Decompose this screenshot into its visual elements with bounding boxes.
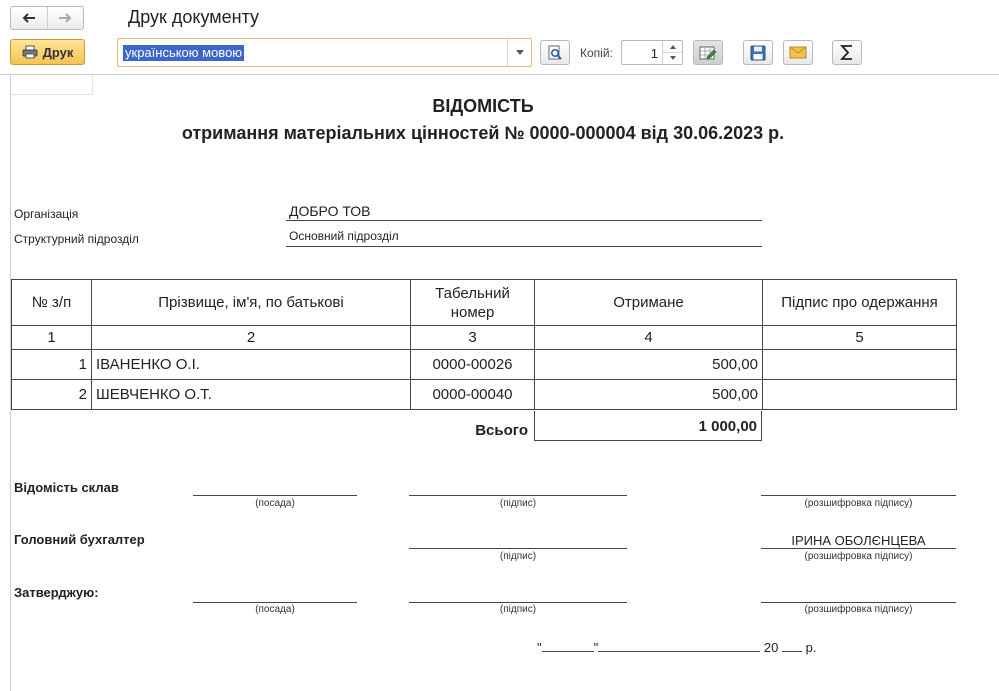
organization-value: ДОБРО ТОВ: [286, 203, 762, 221]
header-full-name: Прізвище, ім'я, по батькові: [91, 279, 411, 326]
toolbar: Друк українською мовою Копій: 1: [0, 36, 999, 72]
row-full-name: ІВАНЕНКО О.І.: [91, 349, 411, 380]
header-number: № з/п: [11, 279, 92, 326]
row-full-name: ШЕВЧЕНКО О.Т.: [91, 379, 411, 410]
edit-mode-button[interactable]: [693, 40, 723, 65]
floppy-disk-icon: [750, 45, 766, 60]
total-value: 1 000,00: [534, 411, 762, 441]
chevron-down-icon: [515, 50, 524, 55]
column-number: 4: [534, 325, 763, 350]
table-row: 2 ШЕВЧЕНКО О.Т. 0000-00040 500,00: [11, 379, 957, 410]
decode-caption: (розшифровка підпису): [804, 498, 913, 509]
sigma-icon: [840, 45, 852, 60]
copies-spinner: [662, 41, 682, 64]
signature-caption: (підпис): [499, 551, 537, 562]
sum-button[interactable]: [832, 40, 862, 65]
month-blank: [598, 638, 761, 652]
forward-button[interactable]: [46, 7, 84, 29]
print-label: Друк: [42, 44, 74, 60]
row-personnel-number: 0000-00026: [410, 349, 535, 380]
language-value: українською мовою: [123, 45, 245, 61]
arrow-right-icon: [59, 13, 72, 23]
signature-line: [409, 495, 627, 496]
magnifier-page-icon: [548, 45, 562, 60]
chief-accountant-label: Головний бухгалтер: [14, 532, 145, 547]
signature-line: [409, 602, 627, 603]
column-number: 2: [91, 325, 411, 350]
total-label: Всього: [475, 422, 528, 439]
recipients-table: № з/п Прізвище, ім'я, по батькові Табель…: [11, 279, 957, 410]
row-amount: 500,00: [534, 349, 763, 380]
department-label: Структурний підрозділ: [14, 232, 139, 246]
column-number: 1: [11, 325, 92, 350]
decode-caption: (розшифровка підпису): [804, 604, 913, 615]
department-value: Основний підрозділ: [286, 229, 762, 247]
date-line: " " 20 р.: [537, 638, 816, 655]
signature-caption: (підпис): [499, 498, 537, 509]
signature-caption: (підпис): [499, 604, 537, 615]
language-dropdown-button[interactable]: [507, 39, 531, 66]
language-select[interactable]: українською мовою: [117, 38, 532, 67]
approve-label: Затверджую:: [14, 585, 99, 600]
row-signature: [762, 349, 957, 380]
save-button[interactable]: [743, 40, 773, 65]
row-number: 1: [11, 349, 92, 380]
document-subtitle: отримання матеріальних цінностей № 0000-…: [181, 123, 785, 143]
column-number: 5: [762, 325, 957, 350]
header-received: Отримане: [534, 279, 763, 326]
envelope-icon: [789, 46, 807, 59]
table-header-row: № з/п Прізвище, ім'я, по батькові Табель…: [11, 279, 957, 326]
caret-down-icon: [669, 56, 676, 60]
position-caption: (посада): [255, 498, 295, 509]
title-bar: Друк документу: [0, 0, 999, 36]
toolbar-separator: [0, 74, 999, 75]
table-row: 1 ІВАНЕНКО О.І. 0000-00026 500,00: [11, 349, 957, 380]
print-button[interactable]: Друк: [10, 39, 85, 65]
column-numbers-row: 1 2 3 4 5: [11, 325, 957, 350]
spin-down-button[interactable]: [663, 52, 682, 63]
caret-up-icon: [669, 44, 676, 49]
arrow-left-icon: [22, 13, 35, 23]
navigation-buttons: [10, 6, 84, 30]
decode-line: [761, 602, 956, 603]
table-edit-icon: [699, 46, 717, 59]
row-personnel-number: 0000-00040: [410, 379, 535, 410]
copies-label: Копій:: [580, 46, 613, 60]
header-signature: Підпис про одержання: [762, 279, 957, 326]
year-suffix: р.: [805, 640, 817, 655]
spin-up-button[interactable]: [663, 41, 682, 52]
row-amount: 500,00: [534, 379, 763, 410]
signature-line: [409, 548, 627, 549]
year-blank: [781, 638, 802, 652]
document-title: ВІДОМІСТЬ: [432, 96, 534, 116]
decode-line: [761, 548, 956, 549]
copies-value: 1: [650, 46, 658, 61]
copies-input[interactable]: 1: [621, 40, 683, 65]
send-email-button[interactable]: [783, 40, 813, 65]
row-signature: [762, 379, 957, 410]
column-number: 3: [410, 325, 535, 350]
decode-line: [761, 495, 956, 496]
back-button[interactable]: [11, 7, 47, 29]
chief-accountant-name: ІРИНА ОБОЛЄНЦЕВА: [791, 533, 926, 548]
row-number: 2: [11, 379, 92, 410]
position-line: [193, 495, 357, 496]
decode-caption: (розшифровка підпису): [804, 551, 913, 562]
organization-label: Організація: [14, 207, 79, 221]
compiled-by-label: Відомість склав: [14, 480, 119, 495]
position-line: [193, 602, 357, 603]
position-caption: (посада): [255, 604, 295, 615]
window-title: Друк документу: [128, 7, 260, 27]
document-corner-cell: [11, 75, 93, 95]
preview-button[interactable]: [540, 40, 570, 65]
printer-icon: [22, 45, 38, 59]
day-blank: [541, 638, 594, 652]
header-personnel-number: Табельний номер: [410, 279, 535, 326]
year-prefix: 20: [763, 640, 779, 655]
